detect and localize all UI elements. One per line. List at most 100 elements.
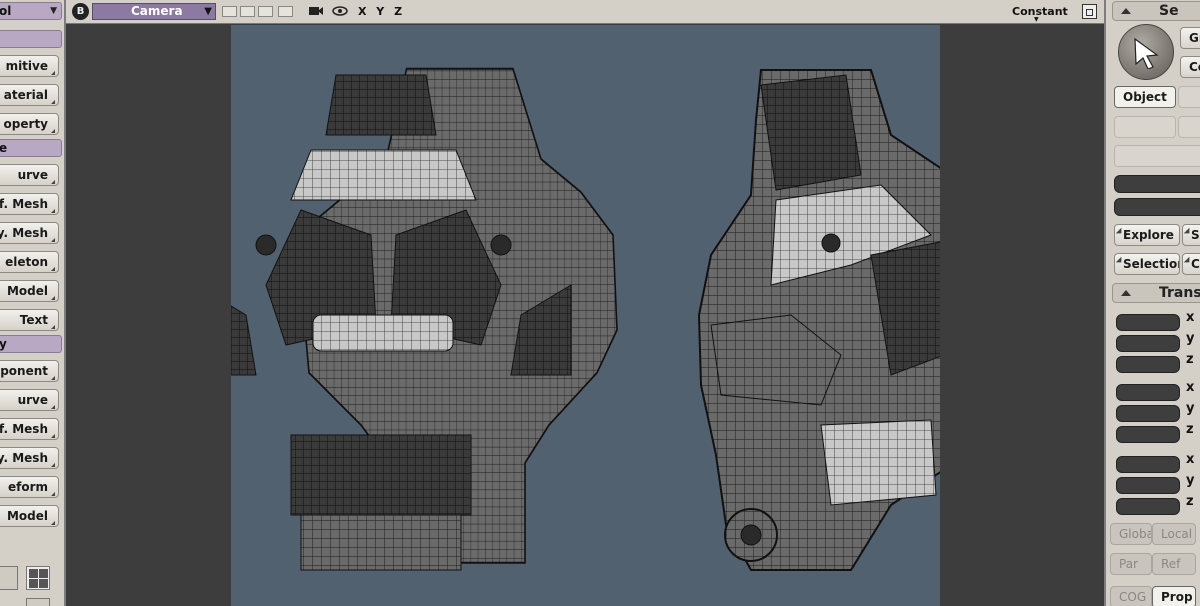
toolbar-header-3[interactable]: y [0,335,62,353]
object-button-label: Object [1123,90,1167,104]
cog-button[interactable]: COG [1110,586,1152,606]
select-arrow-icon[interactable] [1118,24,1174,80]
toolbar-btn-label: aterial [3,88,48,102]
filter-button-3[interactable] [1178,116,1200,138]
global-button-label: Global [1119,527,1151,541]
3d-viewport[interactable] [68,25,1102,606]
toolbar-header-1[interactable] [0,30,62,48]
center-button-label: Ce [1189,60,1200,74]
selection-button[interactable]: Selection [1114,253,1180,275]
toolbar-btn-deform[interactable]: eform [0,476,59,498]
toolbar-btn-label: Model [6,284,48,298]
toolbar-btn-material[interactable]: aterial [0,84,59,106]
corner-triangle-icon [51,405,55,409]
toolbar-btn-label: eform [7,480,48,494]
selection-field-1[interactable] [1114,175,1200,193]
toolbar-btn-poly-mesh-2[interactable]: y. Mesh [0,447,59,469]
view-toggle-3[interactable] [258,6,273,17]
toolbar-btn-label: ponent [0,364,48,378]
toolbar-header-2[interactable]: e [0,139,62,157]
toolbar-btn-surf-mesh[interactable]: f. Mesh [0,193,59,215]
shading-mode-select[interactable]: Constant ▼ [1012,5,1068,23]
rotate-x-field[interactable] [1116,384,1180,401]
corner-triangle-icon [51,209,55,213]
corner-triangle-icon [51,376,55,380]
axis-label: x [1186,452,1195,467]
axis-label: y [1186,401,1195,416]
scale-z-field[interactable] [1116,356,1180,373]
view-toggle-4[interactable] [278,6,293,17]
scene-button[interactable]: Sc [1182,224,1200,246]
axis-toggles[interactable]: X Y Z [358,5,405,18]
corner-triangle-icon [51,434,55,438]
filter-button-2[interactable] [1114,116,1176,138]
axis-label: z [1186,494,1194,509]
selection-field-2[interactable] [1114,198,1200,216]
toolbar-btn-label: y. Mesh [0,226,48,240]
view-toggle-1[interactable] [222,6,237,17]
global-button[interactable]: Global [1110,523,1152,545]
maximize-icon[interactable] [1082,4,1097,19]
view-toggle-2[interactable] [240,6,255,17]
object-button[interactable]: Object [1114,86,1176,108]
filter-button-4[interactable] [1114,145,1200,167]
selection-button-label: Selection [1123,257,1180,271]
toolbar-btn-primitive[interactable]: mitive [0,55,59,77]
scale-y-field[interactable] [1116,335,1180,352]
rotate-z-field[interactable] [1116,426,1180,443]
select-section-header[interactable]: Se [1112,1,1200,21]
toolbar-btn-text[interactable]: Text [0,309,59,331]
toolbar-header-label: ol [0,4,12,18]
scale-x-field[interactable] [1116,314,1180,331]
toolbar-btn-model[interactable]: Model [0,280,59,302]
axis-label: y [1186,473,1195,488]
reference-button-label: Ref [1161,557,1181,571]
group-button[interactable]: Gr [1180,27,1200,49]
toolbar-btn-label: eleton [5,255,48,269]
prop-button[interactable]: Prop [1152,586,1196,606]
toolbar-btn-label: operty [3,117,48,131]
corner-triangle-icon [51,100,55,104]
translate-x-field[interactable] [1116,456,1180,473]
corner-triangle-icon [51,325,55,329]
filter-button-1[interactable] [1178,86,1200,108]
rotate-y-field[interactable] [1116,405,1180,422]
view-layout-icon[interactable] [26,598,50,606]
toolbar-btn-curve[interactable]: urve [0,164,59,186]
corner-triangle-icon [51,267,55,271]
axis-label: x [1186,310,1195,325]
camera-select[interactable]: Camera ▼ [92,3,216,20]
toolbar-btn-component[interactable]: ponent [0,360,59,382]
parent-button[interactable]: Par [1110,553,1152,575]
toolbar-header-label: y [0,337,7,351]
single-view-icon[interactable] [0,566,18,590]
clusters-button[interactable]: Clus [1182,253,1200,275]
translate-y-field[interactable] [1116,477,1180,494]
toolbar-btn-model-2[interactable]: Model [0,505,59,527]
local-button[interactable]: Local [1152,523,1196,545]
grid-view-icon[interactable] [26,566,50,590]
toolbar-btn-skeleton[interactable]: eleton [0,251,59,273]
collapse-triangle-icon [1121,8,1131,14]
toolbar-btn-curve-2[interactable]: urve [0,389,59,411]
camera-icon[interactable] [308,5,324,17]
shading-mode-label: Constant [1012,5,1068,18]
reference-button[interactable]: Ref [1152,553,1196,575]
parent-button-label: Par [1119,557,1138,571]
explore-button[interactable]: Explore [1114,224,1180,246]
center-button[interactable]: Ce [1180,56,1200,78]
toolbar-header-0[interactable]: ol ▼ [0,2,62,20]
right-panel: Se Gr Ce Object Explore Sc Selection Clu… [1104,0,1200,606]
toolbar-btn-surf-mesh-2[interactable]: f. Mesh [0,418,59,440]
eye-icon[interactable] [332,5,348,17]
side-head-model [697,69,940,571]
transform-section-header[interactable]: Transf [1112,283,1200,303]
toolbar-btn-property[interactable]: operty [0,113,59,135]
toolbar-btn-poly-mesh[interactable]: y. Mesh [0,222,59,244]
toolbar-btn-label: urve [17,168,48,182]
toolbar-btn-label: Model [6,509,48,523]
toolbar-btn-label: f. Mesh [0,422,48,436]
view-badge[interactable]: B [72,3,89,20]
group-button-label: Gr [1189,31,1200,45]
translate-z-field[interactable] [1116,498,1180,515]
